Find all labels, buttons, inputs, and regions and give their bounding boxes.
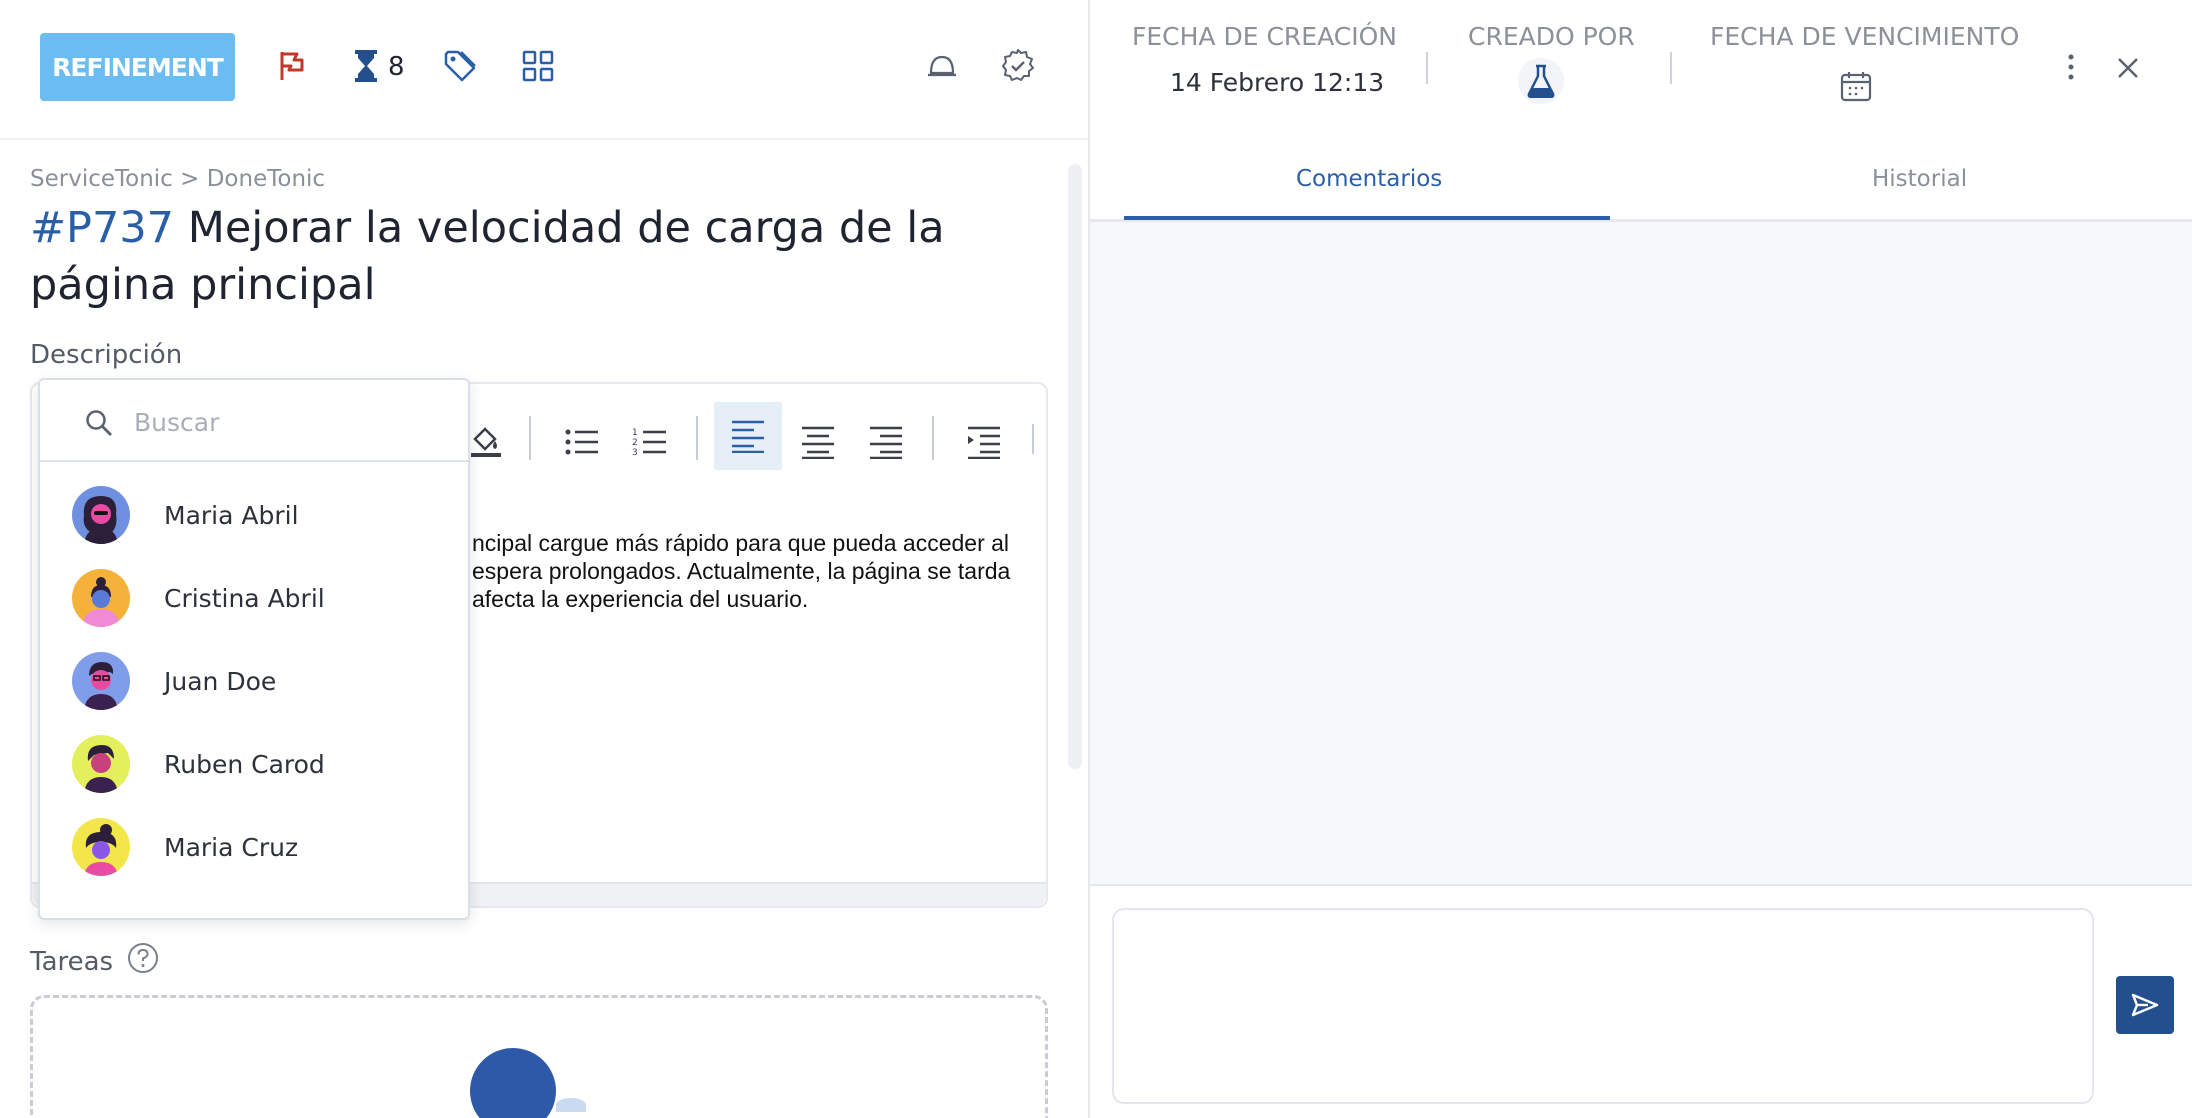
search-placeholder[interactable]: Buscar <box>134 408 219 437</box>
tasks-header: Tareas <box>30 942 159 981</box>
created-date-label: FECHA DE CREACIÓN <box>1132 22 1397 51</box>
avatar <box>72 735 130 793</box>
search-icon <box>84 408 114 438</box>
avatar <box>72 818 130 876</box>
task-detail-app: REFINEMENT 8 ServiceTonic > DoneTonic #P… <box>0 0 2192 1118</box>
indent-icon[interactable] <box>962 420 1006 464</box>
user-search[interactable]: Buscar <box>40 380 468 462</box>
send-button[interactable] <box>2116 976 2174 1034</box>
active-tab-indicator <box>1124 216 1610 220</box>
task-id: #P737 <box>30 203 175 253</box>
user-option[interactable]: Maria Cruz <box>40 805 468 889</box>
user-option[interactable]: Cristina Abril <box>40 556 468 640</box>
toolbar-separator <box>696 416 698 460</box>
help-icon[interactable] <box>127 942 159 981</box>
task-title: #P737 Mejorar la velocidad de carga de l… <box>30 200 1050 314</box>
user-option[interactable]: Juan Doe <box>40 639 468 723</box>
user-name: Juan Doe <box>164 666 277 696</box>
bell-icon[interactable] <box>924 48 960 84</box>
scrollbar[interactable] <box>1068 164 1082 769</box>
tab-history[interactable]: Historial <box>1872 166 1967 192</box>
toolbar-separator <box>932 416 934 460</box>
due-date-label: FECHA DE VENCIMIENTO <box>1710 22 2020 51</box>
creator-label: CREADO POR <box>1468 22 1635 51</box>
comment-input[interactable] <box>1112 908 2094 1104</box>
close-icon[interactable] <box>2116 56 2140 80</box>
creator-avatar[interactable] <box>1518 58 1564 104</box>
task-panel: REFINEMENT 8 ServiceTonic > DoneTonic #P… <box>0 0 1088 1118</box>
send-icon <box>2131 993 2159 1017</box>
toolbar-separator <box>1032 424 1034 454</box>
user-option[interactable]: Maria Abril <box>40 473 468 557</box>
status-button[interactable]: REFINEMENT <box>40 33 235 101</box>
align-right-icon[interactable] <box>864 420 908 464</box>
estimate-count[interactable]: 8 <box>388 52 405 82</box>
user-name: Maria Cruz <box>164 832 299 862</box>
more-options-icon[interactable] <box>2062 52 2080 82</box>
fill-color-icon[interactable] <box>464 420 508 464</box>
description-label: Descripción <box>30 340 183 370</box>
user-picker-dropdown: Buscar Maria Abril Cristina Abril Juan D… <box>38 378 470 920</box>
avatar <box>72 486 130 544</box>
toolbar-separator <box>529 416 531 460</box>
svg-text:2: 2 <box>632 438 638 448</box>
description-text[interactable]: ncipal cargue más rápido para que pueda … <box>472 529 1062 613</box>
svg-text:1: 1 <box>632 428 638 438</box>
meta-separator <box>1426 52 1428 84</box>
user-name: Ruben Carod <box>164 749 325 779</box>
user-name: Cristina Abril <box>164 583 325 613</box>
empty-tasks-illustration-accent <box>556 1098 586 1112</box>
avatar <box>72 569 130 627</box>
flask-icon <box>1527 64 1555 98</box>
bullet-list-icon[interactable] <box>560 420 604 464</box>
breadcrumb[interactable]: ServiceTonic > DoneTonic <box>30 166 325 192</box>
description-line: afecta la experiencia del usuario. <box>472 586 809 612</box>
calendar-icon[interactable] <box>1840 70 1872 102</box>
flag-icon[interactable] <box>274 48 310 84</box>
tab-comments[interactable]: Comentarios <box>1296 166 1442 192</box>
check-circle-icon[interactable] <box>1000 48 1036 84</box>
grid-icon[interactable] <box>520 48 556 84</box>
svg-text:3: 3 <box>632 448 638 458</box>
numbered-list-icon[interactable]: 123 <box>628 420 672 464</box>
hourglass-icon[interactable] <box>348 48 384 84</box>
activity-panel: FECHA DE CREACIÓN 14 Febrero 12:13 CREAD… <box>1088 0 2192 1118</box>
task-toolbar: REFINEMENT 8 <box>0 0 1088 140</box>
description-line: ncipal cargue más rápido para que pueda … <box>472 530 1010 556</box>
align-center-icon[interactable] <box>796 420 840 464</box>
meta-separator <box>1670 52 1672 84</box>
created-date-value: 14 Febrero 12:13 <box>1170 68 1385 97</box>
user-option[interactable]: Ruben Carod <box>40 722 468 806</box>
comments-list <box>1090 222 2192 886</box>
tag-icon[interactable] <box>442 48 478 84</box>
align-left-icon[interactable] <box>714 402 782 470</box>
description-line: espera prolongados. Actualmente, la pági… <box>472 558 1011 584</box>
activity-tabs: Comentarios Historial <box>1090 140 2192 222</box>
tasks-label: Tareas <box>30 946 114 977</box>
avatar <box>72 652 130 710</box>
user-name: Maria Abril <box>164 500 299 530</box>
